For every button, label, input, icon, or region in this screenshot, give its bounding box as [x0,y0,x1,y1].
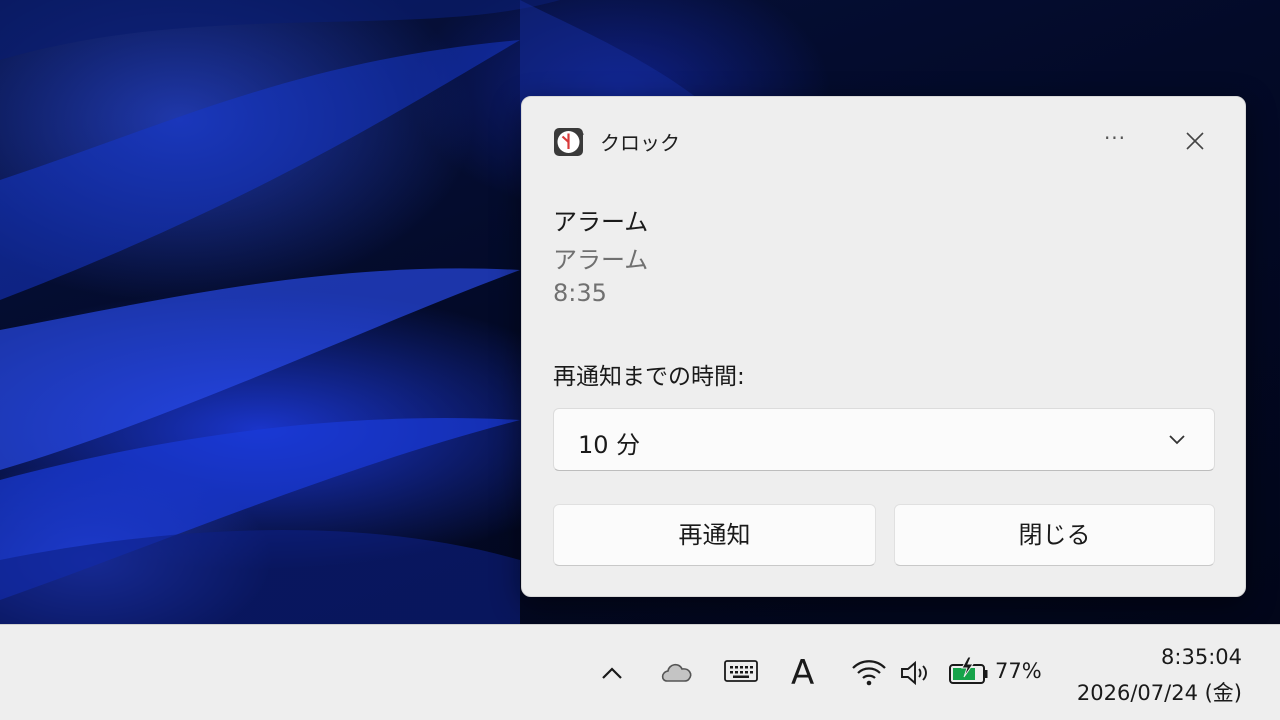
taskbar-clock-time[interactable]: 8:35:04 [1161,645,1242,669]
clock-icon [553,125,585,157]
snooze-time-label: 再通知までの時間: [553,364,745,390]
chevron-down-icon [1169,435,1185,445]
snooze-duration-value: 10 分 [578,431,641,459]
more-icon: ··· [1103,126,1127,150]
taskbar: A 77% 8:35:04 2026/07/24 (金) [0,624,1280,720]
alarm-time: 8:35 [553,279,607,307]
keyboard-icon[interactable] [722,657,760,687]
close-button[interactable] [1177,123,1213,159]
notification-subtitle: アラーム [553,246,649,274]
close-icon [1186,132,1204,150]
battery-charging-icon[interactable] [946,655,992,689]
ime-mode-indicator[interactable]: A [791,653,821,693]
app-name: クロック [600,131,680,155]
onedrive-cloud-icon[interactable] [659,657,695,687]
more-options-button[interactable]: ··· [1094,123,1136,157]
notification-header: クロック ··· [522,97,1245,187]
taskbar-clock-date[interactable]: 2026/07/24 (金) [1077,677,1242,707]
snooze-duration-dropdown[interactable]: 10 分 [553,408,1215,471]
notification-title: アラーム [553,208,649,236]
speaker-icon[interactable] [898,657,934,689]
chevron-up-icon[interactable] [598,661,626,685]
wifi-icon[interactable] [850,657,888,689]
dismiss-button[interactable]: 閉じる [894,504,1215,566]
snooze-button[interactable]: 再通知 [553,504,876,566]
battery-percentage[interactable]: 77% [995,659,1042,683]
alarm-notification: クロック ··· アラーム アラーム 8:35 再通知までの時間: 10 分 再… [521,96,1246,597]
